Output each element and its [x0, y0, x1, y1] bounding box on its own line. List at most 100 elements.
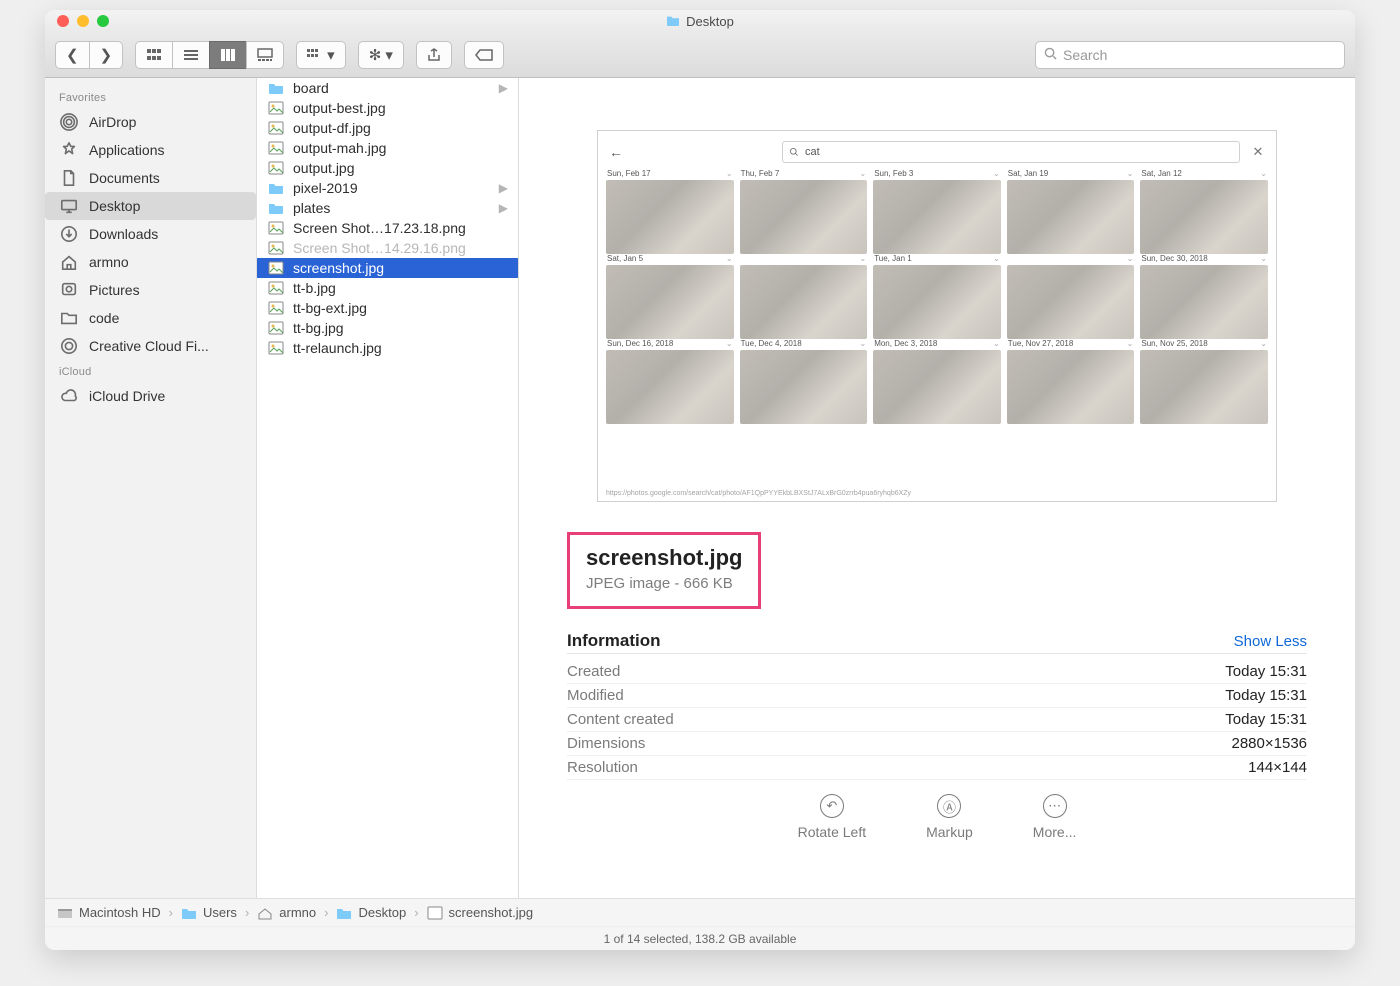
- sidebar-item-armno[interactable]: armno: [45, 248, 256, 276]
- more-action[interactable]: ⋯ More...: [1033, 794, 1077, 840]
- file-row[interactable]: tt-bg.jpg: [257, 318, 518, 338]
- preview-photo: [873, 265, 1001, 339]
- preview-thumb-group: Sun, Nov 25, 2018⌄: [1140, 339, 1268, 424]
- path-segment[interactable]: screenshot.jpg: [449, 905, 534, 920]
- info-key: Dimensions: [567, 735, 645, 752]
- file-row[interactable]: output-df.jpg: [257, 118, 518, 138]
- list-view-button[interactable]: [172, 41, 210, 69]
- file-name: plates: [293, 200, 330, 216]
- file-row[interactable]: output-best.jpg: [257, 98, 518, 118]
- preview-photo: [606, 350, 734, 424]
- preview-photo: [1140, 350, 1268, 424]
- sidebar-item-label: Desktop: [89, 198, 140, 214]
- file-row[interactable]: Screen Shot…14.29.16.png: [257, 238, 518, 258]
- path-segment[interactable]: Users: [203, 905, 237, 920]
- file-row[interactable]: board▶: [257, 78, 518, 98]
- preview-date-label: Mon, Dec 3, 2018⌄: [873, 339, 1001, 348]
- path-segment[interactable]: armno: [279, 905, 316, 920]
- status-text: 1 of 14 selected, 138.2 GB available: [604, 932, 797, 946]
- share-button[interactable]: [416, 41, 452, 69]
- path-segment[interactable]: Desktop: [358, 905, 406, 920]
- file-row[interactable]: screenshot.jpg: [257, 258, 518, 278]
- preview-thumb-group: Sun, Dec 30, 2018⌄: [1140, 254, 1268, 339]
- path-item-icon: [57, 906, 73, 920]
- file-row[interactable]: tt-bg-ext.jpg: [257, 298, 518, 318]
- info-value: Today 15:31: [1225, 687, 1307, 704]
- file-row[interactable]: plates ▶: [257, 198, 518, 218]
- path-segment[interactable]: Macintosh HD: [79, 905, 161, 920]
- nav-segment: ❮ ❯: [55, 41, 123, 69]
- folder-icon: [267, 200, 285, 216]
- preview-date-label: ⌄: [740, 254, 868, 263]
- file-row[interactable]: pixel-2019▶: [257, 178, 518, 198]
- sidebar-item-desktop[interactable]: Desktop: [45, 192, 256, 220]
- info-title: Information: [567, 631, 661, 651]
- documents-icon: [59, 168, 79, 188]
- file-row[interactable]: Screen Shot…17.23.18.png: [257, 218, 518, 238]
- sidebar-section-header: Favorites: [45, 86, 256, 108]
- file-name: tt-bg.jpg: [293, 320, 344, 336]
- preview-date-label: Tue, Dec 4, 2018⌄: [740, 339, 868, 348]
- back-button[interactable]: ❮: [55, 41, 90, 69]
- image-file-icon: [267, 340, 285, 356]
- action-menu-button[interactable]: ✻ ▾: [358, 41, 404, 69]
- path-bar[interactable]: Macintosh HD› Users› armno› Desktop› scr…: [45, 898, 1355, 926]
- chevron-right-icon: ▶: [499, 81, 508, 95]
- preview-thumb-row: Sat, Jan 5⌄⌄Tue, Jan 1⌄⌄Sun, Dec 30, 201…: [606, 254, 1268, 339]
- window-title: Desktop: [45, 14, 1355, 29]
- filename-highlight-annotation: screenshot.jpg JPEG image - 666 KB: [567, 532, 761, 609]
- sidebar-item-label: Documents: [89, 170, 160, 186]
- chevron-right-icon: ▶: [499, 201, 508, 215]
- downloads-icon: [59, 224, 79, 244]
- file-name: Screen Shot…14.29.16.png: [293, 240, 466, 256]
- info-row: ModifiedToday 15:31: [567, 684, 1307, 708]
- image-file-icon: [267, 100, 285, 116]
- sidebar-item-airdrop[interactable]: AirDrop: [45, 108, 256, 136]
- sidebar[interactable]: Favorites AirDrop Applications Documents Des…: [45, 78, 257, 898]
- tags-button[interactable]: [464, 41, 504, 69]
- file-row[interactable]: tt-b.jpg: [257, 278, 518, 298]
- file-row[interactable]: output-mah.jpg: [257, 138, 518, 158]
- file-name: tt-relaunch.jpg: [293, 340, 382, 356]
- preview-date-label: Sat, Jan 5⌄: [606, 254, 734, 263]
- group-by-button[interactable]: ▾: [296, 41, 346, 69]
- toolbar: ❮ ❯ ▾ ✻ ▾: [45, 32, 1355, 78]
- sidebar-item-creative-cloud-fi-[interactable]: Creative Cloud Fi...: [45, 332, 256, 360]
- gallery-view-button[interactable]: [246, 41, 284, 69]
- file-row[interactable]: tt-relaunch.jpg: [257, 338, 518, 358]
- file-row[interactable]: output.jpg: [257, 158, 518, 178]
- preview-photo: [740, 265, 868, 339]
- sidebar-item-label: code: [89, 310, 119, 326]
- sidebar-item-icloud-drive[interactable]: iCloud Drive: [45, 382, 256, 410]
- file-name: output-best.jpg: [293, 100, 386, 116]
- markup-action[interactable]: Ⓐ Markup: [926, 794, 973, 840]
- file-name: screenshot.jpg: [293, 260, 384, 276]
- sidebar-item-label: AirDrop: [89, 114, 136, 130]
- sidebar-item-documents[interactable]: Documents: [45, 164, 256, 192]
- preview-thumb-group: Sun, Dec 16, 2018⌄: [606, 339, 734, 424]
- search-field[interactable]: Search: [1035, 41, 1345, 69]
- sidebar-item-applications[interactable]: Applications: [45, 136, 256, 164]
- preview-date-label: Sun, Dec 16, 2018⌄: [606, 339, 734, 348]
- icon-view-button[interactable]: [135, 41, 173, 69]
- preview-search-text: cat: [805, 146, 820, 158]
- show-less-link[interactable]: Show Less: [1234, 633, 1307, 650]
- image-file-icon: [267, 240, 285, 256]
- info-row: Resolution144×144: [567, 756, 1307, 780]
- sidebar-item-label: Pictures: [89, 282, 140, 298]
- sidebar-item-code[interactable]: code: [45, 304, 256, 332]
- finder-window: Desktop ❮ ❯ ▾ ✻ ▾: [45, 10, 1355, 950]
- image-file-icon: [267, 300, 285, 316]
- sidebar-item-downloads[interactable]: Downloads: [45, 220, 256, 248]
- sidebar-item-pictures[interactable]: Pictures: [45, 276, 256, 304]
- column-view-button[interactable]: [209, 41, 247, 69]
- preview-photo: [740, 180, 868, 254]
- preview-thumb-row: Sun, Dec 16, 2018⌄ Tue, Dec 4, 2018⌄ Mon, …: [606, 339, 1268, 424]
- view-segment: [135, 41, 284, 69]
- forward-button[interactable]: ❯: [89, 41, 124, 69]
- preview-thumb-group: Sun, Feb 3⌄: [873, 169, 1001, 254]
- preview-photo: [606, 180, 734, 254]
- file-column[interactable]: board▶output-best.jpgoutput-df.jpgoutput…: [257, 78, 519, 898]
- rotate-left-action[interactable]: ↶ Rotate Left: [798, 794, 867, 840]
- preview-thumb-group: Tue, Dec 4, 2018⌄: [740, 339, 868, 424]
